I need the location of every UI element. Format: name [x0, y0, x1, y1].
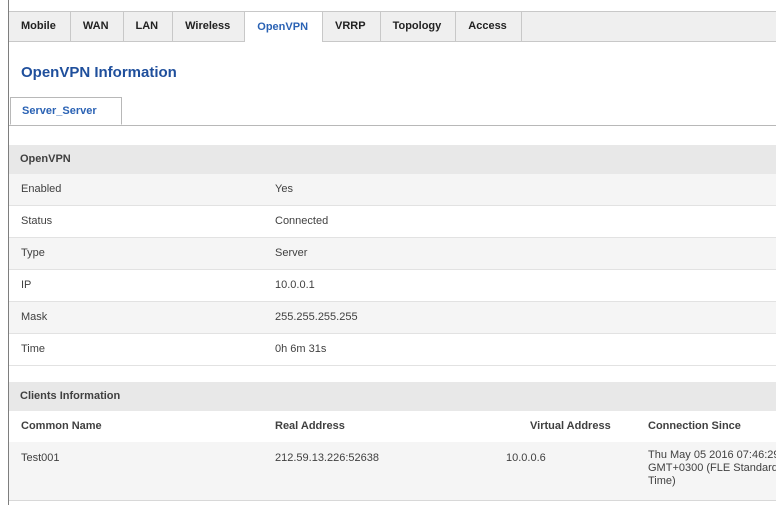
row-label: Status	[21, 215, 53, 227]
cell-virtual-address: 10.0.0.6	[506, 452, 546, 464]
row-label: Time	[21, 343, 46, 355]
row-value: Yes	[275, 183, 293, 195]
top-nav: Mobile WAN LAN Wireless OpenVPN VRRP Top…	[9, 11, 776, 42]
tab-topology[interactable]: Topology	[381, 12, 457, 41]
row-label: IP	[21, 279, 32, 291]
cell-connection-since: Thu May 05 2016 07:46:29 GMT+0300 (FLE S…	[648, 449, 776, 487]
clients-table-header: Common Name Real Address Virtual Address…	[9, 411, 776, 443]
tab-vrrp[interactable]: VRRP	[323, 12, 381, 41]
row-label: Enabled	[21, 183, 62, 195]
info-row-mask: Mask 255.255.255.255	[9, 302, 776, 334]
col-header-common-name: Common Name	[21, 420, 102, 432]
openvpn-section-header: OpenVPN	[9, 145, 776, 174]
info-row-status: Status Connected	[9, 206, 776, 238]
tab-wireless[interactable]: Wireless	[173, 12, 246, 41]
col-header-virtual-address: Virtual Address	[530, 420, 611, 432]
clients-section-header: Clients Information	[9, 382, 776, 411]
table-row: Test001 212.59.13.226:52638 10.0.0.6 Thu…	[9, 442, 776, 501]
col-header-real-address: Real Address	[275, 420, 345, 432]
cell-real-address: 212.59.13.226:52638	[275, 452, 379, 464]
row-label: Mask	[21, 311, 48, 323]
info-row-ip: IP 10.0.0.1	[9, 270, 776, 302]
page-title: OpenVPN Information	[21, 64, 177, 81]
row-value: 0h 6m 31s	[275, 343, 327, 355]
row-value: Server	[275, 247, 308, 259]
instance-tabs: Server_Server	[9, 97, 776, 126]
cell-common-name: Test001	[21, 452, 60, 464]
row-value: 255.255.255.255	[275, 311, 358, 323]
tab-lan[interactable]: LAN	[124, 12, 174, 41]
row-value: 10.0.0.1	[275, 279, 315, 291]
content-frame: Mobile WAN LAN Wireless OpenVPN VRRP Top…	[8, 0, 776, 505]
tab-access[interactable]: Access	[456, 12, 522, 41]
row-value: Connected	[275, 215, 329, 227]
tab-wan[interactable]: WAN	[71, 12, 124, 41]
info-row-enabled: Enabled Yes	[9, 174, 776, 206]
row-label: Type	[21, 247, 45, 259]
tab-server-server[interactable]: Server_Server	[10, 97, 122, 125]
tab-openvpn[interactable]: OpenVPN	[245, 11, 324, 42]
info-row-type: Type Server	[9, 238, 776, 270]
info-row-time: Time 0h 6m 31s	[9, 334, 776, 366]
col-header-connection-since: Connection Since	[648, 420, 741, 432]
tab-mobile[interactable]: Mobile	[9, 12, 71, 41]
